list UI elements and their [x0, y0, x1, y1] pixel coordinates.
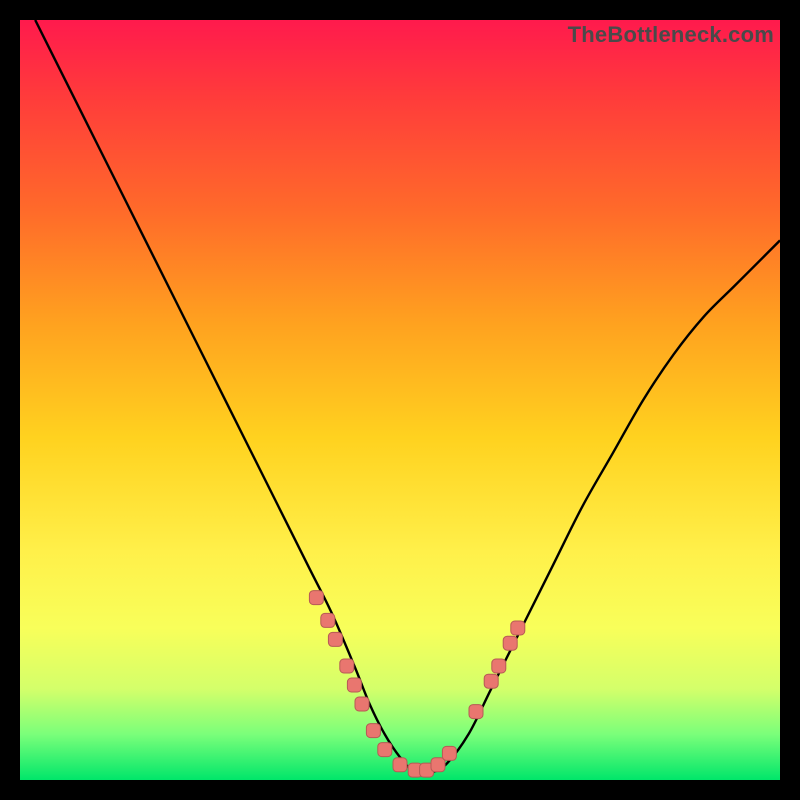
data-marker	[511, 621, 525, 635]
data-marker	[393, 758, 407, 772]
data-marker	[442, 746, 456, 760]
marker-layer	[309, 591, 524, 778]
data-marker	[378, 743, 392, 757]
data-marker	[431, 758, 445, 772]
data-marker	[503, 636, 517, 650]
data-marker	[366, 724, 380, 738]
data-marker	[309, 591, 323, 605]
data-marker	[492, 659, 506, 673]
plot-area: TheBottleneck.com	[20, 20, 780, 780]
chart-frame: TheBottleneck.com	[0, 0, 800, 800]
data-marker	[328, 632, 342, 646]
data-marker	[355, 697, 369, 711]
bottleneck-curve	[35, 20, 780, 774]
data-marker	[484, 674, 498, 688]
curve-layer	[20, 20, 780, 780]
data-marker	[340, 659, 354, 673]
data-marker	[347, 678, 361, 692]
data-marker	[469, 705, 483, 719]
data-marker	[321, 613, 335, 627]
